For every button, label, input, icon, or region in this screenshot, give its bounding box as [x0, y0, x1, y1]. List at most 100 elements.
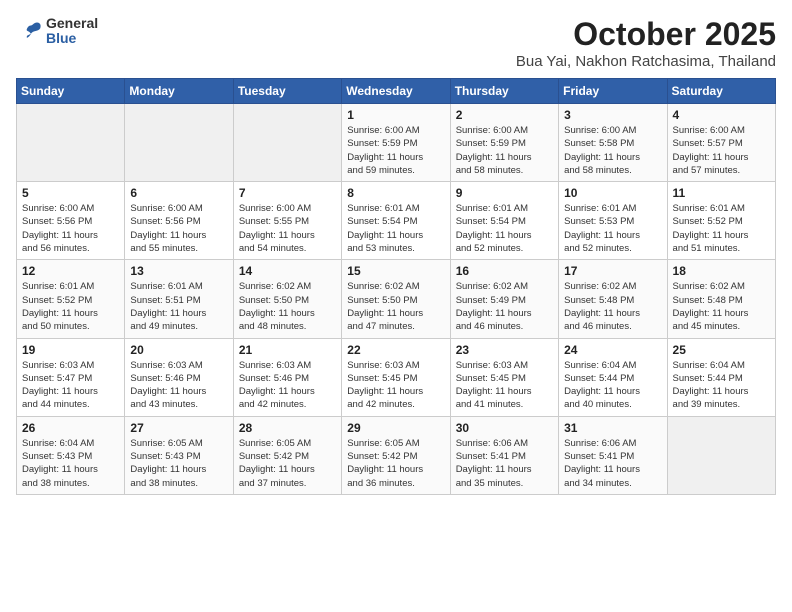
calendar-header: SundayMondayTuesdayWednesdayThursdayFrid…: [17, 79, 776, 104]
day-info: Sunrise: 6:04 AMSunset: 5:44 PMDaylight:…: [673, 359, 770, 412]
day-number: 29: [347, 421, 444, 435]
day-number: 10: [564, 186, 661, 200]
day-number: 27: [130, 421, 227, 435]
logo: General Blue: [16, 16, 98, 47]
calendar-cell: 30 Sunrise: 6:06 AMSunset: 5:41 PMDayligh…: [450, 416, 558, 494]
calendar-cell: 27 Sunrise: 6:05 AMSunset: 5:43 PMDayligh…: [125, 416, 233, 494]
day-info: Sunrise: 6:00 AMSunset: 5:58 PMDaylight:…: [564, 124, 661, 177]
day-info: Sunrise: 6:03 AMSunset: 5:46 PMDaylight:…: [130, 359, 227, 412]
week-row-5: 26 Sunrise: 6:04 AMSunset: 5:43 PMDayligh…: [17, 416, 776, 494]
page-header: General Blue October 2025 Bua Yai, Nakho…: [16, 16, 776, 70]
day-info: Sunrise: 6:03 AMSunset: 5:47 PMDaylight:…: [22, 359, 119, 412]
day-number: 16: [456, 264, 553, 278]
calendar-cell: 22 Sunrise: 6:03 AMSunset: 5:45 PMDayligh…: [342, 338, 450, 416]
calendar-table: SundayMondayTuesdayWednesdayThursdayFrid…: [16, 78, 776, 495]
calendar-cell: 3 Sunrise: 6:00 AMSunset: 5:58 PMDaylight…: [559, 104, 667, 182]
day-info: Sunrise: 6:03 AMSunset: 5:45 PMDaylight:…: [456, 359, 553, 412]
day-info: Sunrise: 6:00 AMSunset: 5:56 PMDaylight:…: [130, 202, 227, 255]
day-info: Sunrise: 6:02 AMSunset: 5:48 PMDaylight:…: [673, 280, 770, 333]
calendar-cell: 16 Sunrise: 6:02 AMSunset: 5:49 PMDayligh…: [450, 260, 558, 338]
day-number: 3: [564, 108, 661, 122]
day-number: 2: [456, 108, 553, 122]
day-number: 13: [130, 264, 227, 278]
day-info: Sunrise: 6:05 AMSunset: 5:42 PMDaylight:…: [239, 437, 336, 490]
calendar-cell: [125, 104, 233, 182]
logo-general: General: [46, 16, 98, 31]
calendar-cell: 7 Sunrise: 6:00 AMSunset: 5:55 PMDaylight…: [233, 182, 341, 260]
day-info: Sunrise: 6:01 AMSunset: 5:52 PMDaylight:…: [673, 202, 770, 255]
day-info: Sunrise: 6:00 AMSunset: 5:59 PMDaylight:…: [456, 124, 553, 177]
calendar-cell: 28 Sunrise: 6:05 AMSunset: 5:42 PMDayligh…: [233, 416, 341, 494]
day-info: Sunrise: 6:06 AMSunset: 5:41 PMDaylight:…: [456, 437, 553, 490]
header-row: SundayMondayTuesdayWednesdayThursdayFrid…: [17, 79, 776, 104]
day-number: 9: [456, 186, 553, 200]
day-info: Sunrise: 6:01 AMSunset: 5:52 PMDaylight:…: [22, 280, 119, 333]
day-info: Sunrise: 6:04 AMSunset: 5:44 PMDaylight:…: [564, 359, 661, 412]
calendar-cell: 23 Sunrise: 6:03 AMSunset: 5:45 PMDayligh…: [450, 338, 558, 416]
day-number: 23: [456, 343, 553, 357]
day-number: 18: [673, 264, 770, 278]
day-number: 8: [347, 186, 444, 200]
day-number: 22: [347, 343, 444, 357]
logo-text: General Blue: [46, 16, 98, 47]
day-info: Sunrise: 6:05 AMSunset: 5:43 PMDaylight:…: [130, 437, 227, 490]
calendar-cell: [667, 416, 775, 494]
day-info: Sunrise: 6:02 AMSunset: 5:49 PMDaylight:…: [456, 280, 553, 333]
calendar-cell: 4 Sunrise: 6:00 AMSunset: 5:57 PMDaylight…: [667, 104, 775, 182]
calendar-cell: 13 Sunrise: 6:01 AMSunset: 5:51 PMDayligh…: [125, 260, 233, 338]
day-number: 7: [239, 186, 336, 200]
day-number: 12: [22, 264, 119, 278]
calendar-cell: 5Sunrise: 6:00 AMSunset: 5:56 PMDaylight…: [17, 182, 125, 260]
day-info: Sunrise: 6:02 AMSunset: 5:48 PMDaylight:…: [564, 280, 661, 333]
day-number: 6: [130, 186, 227, 200]
calendar-cell: 17 Sunrise: 6:02 AMSunset: 5:48 PMDayligh…: [559, 260, 667, 338]
day-info: Sunrise: 6:00 AMSunset: 5:59 PMDaylight:…: [347, 124, 444, 177]
calendar-cell: [233, 104, 341, 182]
day-number: 31: [564, 421, 661, 435]
calendar-cell: 10 Sunrise: 6:01 AMSunset: 5:53 PMDayligh…: [559, 182, 667, 260]
day-number: 11: [673, 186, 770, 200]
calendar-subtitle: Bua Yai, Nakhon Ratchasima, Thailand: [516, 53, 776, 70]
header-day-wednesday: Wednesday: [342, 79, 450, 104]
week-row-4: 19 Sunrise: 6:03 AMSunset: 5:47 PMDayligh…: [17, 338, 776, 416]
header-day-monday: Monday: [125, 79, 233, 104]
day-info: Sunrise: 6:00 AMSunset: 5:57 PMDaylight:…: [673, 124, 770, 177]
day-number: 30: [456, 421, 553, 435]
calendar-body: 1Sunrise: 6:00 AMSunset: 5:59 PMDaylight…: [17, 104, 776, 495]
day-number: 4: [673, 108, 770, 122]
header-day-tuesday: Tuesday: [233, 79, 341, 104]
calendar-cell: 11 Sunrise: 6:01 AMSunset: 5:52 PMDayligh…: [667, 182, 775, 260]
calendar-cell: 26 Sunrise: 6:04 AMSunset: 5:43 PMDayligh…: [17, 416, 125, 494]
day-number: 14: [239, 264, 336, 278]
calendar-cell: 19 Sunrise: 6:03 AMSunset: 5:47 PMDayligh…: [17, 338, 125, 416]
day-info: Sunrise: 6:03 AMSunset: 5:46 PMDaylight:…: [239, 359, 336, 412]
day-info: Sunrise: 6:01 AMSunset: 5:51 PMDaylight:…: [130, 280, 227, 333]
calendar-cell: 6 Sunrise: 6:00 AMSunset: 5:56 PMDaylight…: [125, 182, 233, 260]
day-number: 28: [239, 421, 336, 435]
calendar-cell: 18 Sunrise: 6:02 AMSunset: 5:48 PMDayligh…: [667, 260, 775, 338]
calendar-cell: 15 Sunrise: 6:02 AMSunset: 5:50 PMDayligh…: [342, 260, 450, 338]
day-number: 5: [22, 186, 119, 200]
day-info: Sunrise: 6:02 AMSunset: 5:50 PMDaylight:…: [239, 280, 336, 333]
calendar-cell: 1Sunrise: 6:00 AMSunset: 5:59 PMDaylight…: [342, 104, 450, 182]
calendar-cell: [17, 104, 125, 182]
calendar-cell: 29Sunrise: 6:05 AMSunset: 5:42 PMDayligh…: [342, 416, 450, 494]
day-number: 26: [22, 421, 119, 435]
header-day-friday: Friday: [559, 79, 667, 104]
day-number: 25: [673, 343, 770, 357]
day-info: Sunrise: 6:02 AMSunset: 5:50 PMDaylight:…: [347, 280, 444, 333]
day-info: Sunrise: 6:04 AMSunset: 5:43 PMDaylight:…: [22, 437, 119, 490]
header-day-thursday: Thursday: [450, 79, 558, 104]
day-info: Sunrise: 6:01 AMSunset: 5:54 PMDaylight:…: [347, 202, 444, 255]
day-info: Sunrise: 6:03 AMSunset: 5:45 PMDaylight:…: [347, 359, 444, 412]
day-info: Sunrise: 6:01 AMSunset: 5:54 PMDaylight:…: [456, 202, 553, 255]
week-row-3: 12 Sunrise: 6:01 AMSunset: 5:52 PMDayligh…: [17, 260, 776, 338]
calendar-cell: 25 Sunrise: 6:04 AMSunset: 5:44 PMDayligh…: [667, 338, 775, 416]
title-area: October 2025 Bua Yai, Nakhon Ratchasima,…: [516, 16, 776, 70]
day-number: 17: [564, 264, 661, 278]
day-info: Sunrise: 6:00 AMSunset: 5:55 PMDaylight:…: [239, 202, 336, 255]
calendar-cell: 12 Sunrise: 6:01 AMSunset: 5:52 PMDayligh…: [17, 260, 125, 338]
day-info: Sunrise: 6:01 AMSunset: 5:53 PMDaylight:…: [564, 202, 661, 255]
day-number: 15: [347, 264, 444, 278]
day-number: 19: [22, 343, 119, 357]
